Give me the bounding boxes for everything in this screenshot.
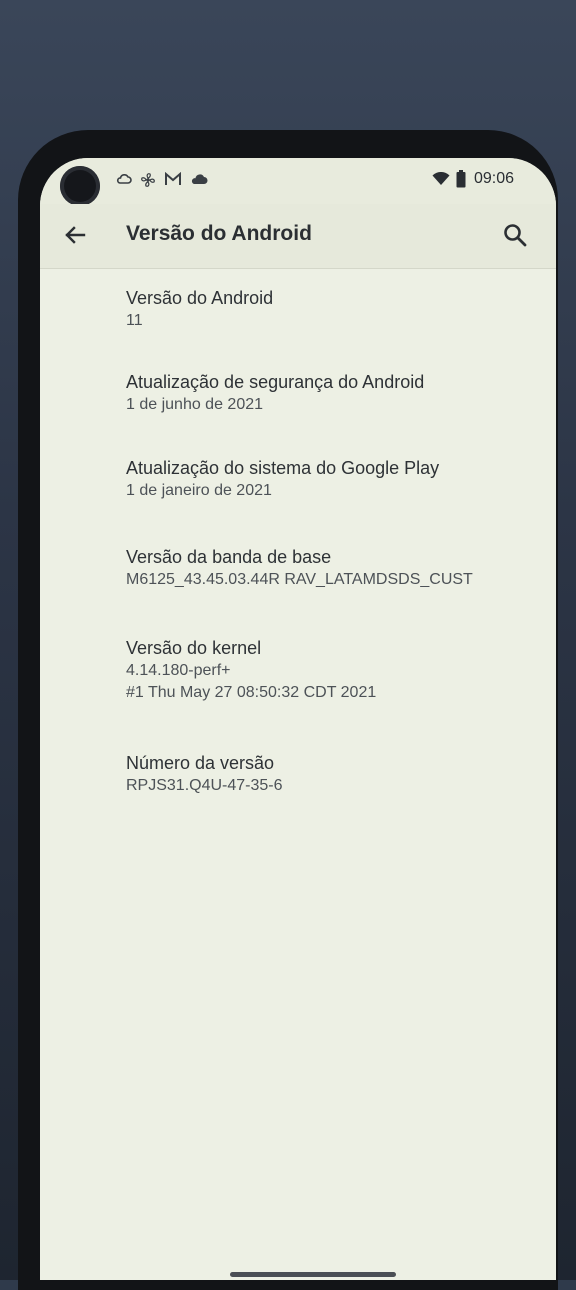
- item-title: Atualização de segurança do Android: [126, 372, 425, 392]
- gmail-icon: [165, 172, 181, 185]
- back-arrow-icon[interactable]: [60, 220, 90, 250]
- item-title: Atualização do sistema do Google Play: [126, 458, 440, 478]
- item-value: 4.14.180-perf+ #1 Thu May 27 08:50:32 CD…: [126, 662, 377, 701]
- cloud-filled-icon: [191, 174, 208, 184]
- item-value: 1 de janeiro de 2021: [126, 482, 272, 499]
- item-value: M6125_43.45.03.44R RAV_LATAMDSDS_CUST: [126, 571, 473, 588]
- list-item-build-number[interactable]: Número da versão RPJS31.Q4U-47-35-6: [126, 751, 546, 797]
- item-value: RPJS31.Q4U-47-35-6: [126, 777, 283, 794]
- wifi-icon: [432, 172, 450, 185]
- item-title: Versão do Android: [126, 288, 274, 308]
- gesture-nav-handle[interactable]: [230, 1272, 396, 1277]
- list-item-google-play-update[interactable]: Atualização do sistema do Google Play 1 …: [126, 456, 546, 502]
- clock: 09:06: [473, 170, 514, 187]
- item-value: 1 de junho de 2021: [126, 396, 264, 413]
- item-value: 11: [126, 312, 143, 329]
- fan-icon: [141, 173, 155, 187]
- list-item-security-update[interactable]: Atualização de segurança do Android 1 de…: [126, 370, 546, 416]
- list-item-baseband-version[interactable]: Versão da banda de base M6125_43.45.03.4…: [126, 545, 546, 591]
- list-item-android-version[interactable]: Versão do Android 11: [126, 286, 546, 332]
- app-bar: Versão do Android: [40, 204, 556, 269]
- battery-icon: [456, 170, 466, 188]
- list-item-kernel-version[interactable]: Versão do kernel 4.14.180-perf+ #1 Thu M…: [126, 636, 546, 704]
- phone-screen: 09:06 Versão do Android Versão do Androi…: [40, 158, 556, 1280]
- item-title: Versão da banda de base: [126, 547, 332, 567]
- status-bar: 09:06: [40, 158, 556, 206]
- cloud-icon: [116, 174, 132, 184]
- page-title: Versão do Android: [126, 222, 312, 245]
- item-title: Número da versão: [126, 753, 275, 773]
- system-icons: 09:06: [432, 170, 514, 188]
- front-camera: [60, 166, 100, 206]
- search-icon[interactable]: [500, 220, 530, 250]
- notification-icons: [116, 172, 208, 188]
- item-title: Versão do kernel: [126, 638, 262, 658]
